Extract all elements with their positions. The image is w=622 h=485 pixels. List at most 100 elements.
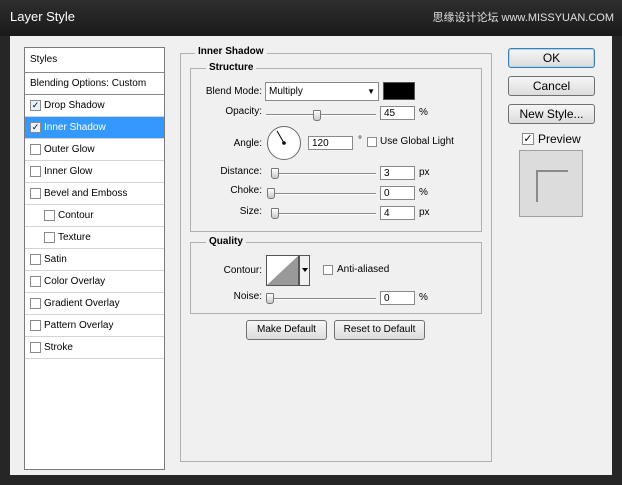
blending-options-item[interactable]: Blending Options: Custom [25, 73, 164, 95]
blending-options-label: Blending Options: Custom [30, 78, 147, 89]
style-item-checkbox[interactable] [30, 276, 41, 287]
style-item-label: Outer Glow [44, 144, 95, 155]
window-title: Layer Style [10, 9, 76, 24]
ok-button[interactable]: OK [508, 48, 595, 68]
style-item-checkbox[interactable] [30, 342, 41, 353]
opacity-input[interactable]: 45 [380, 106, 415, 120]
noise-unit: % [419, 292, 428, 303]
size-slider-track[interactable] [272, 213, 376, 215]
style-item-label: Inner Glow [44, 166, 93, 177]
style-item-color-overlay[interactable]: Color Overlay [25, 271, 164, 293]
distance-label: Distance: [220, 166, 262, 177]
window-border-left [0, 36, 10, 485]
preview-shape [536, 170, 568, 202]
style-item-inner-shadow[interactable]: ✓ Inner Shadow [25, 117, 164, 139]
inner-shadow-title: Inner Shadow [195, 46, 267, 58]
dialog-body: Styles Blending Options: Custom ✓ Drop Sh… [10, 36, 612, 475]
style-item-label: Satin [44, 254, 67, 265]
blend-mode-value: Multiply [269, 86, 303, 97]
style-item-checkbox[interactable] [30, 320, 41, 331]
style-item-contour[interactable]: Contour [25, 205, 164, 227]
angle-dial-icon[interactable] [266, 125, 302, 161]
angle-label: Angle: [233, 138, 262, 149]
new-style-button[interactable]: New Style... [508, 104, 595, 124]
style-item-pattern-overlay[interactable]: Pattern Overlay [25, 315, 164, 337]
style-item-texture[interactable]: Texture [25, 227, 164, 249]
size-label: Size: [239, 206, 262, 217]
style-item-label: Pattern Overlay [44, 320, 114, 331]
styles-list: Styles Blending Options: Custom ✓ Drop Sh… [24, 47, 165, 470]
style-item-label: Color Overlay [44, 276, 106, 287]
style-item-bevel-and-emboss[interactable]: Bevel and Emboss [25, 183, 164, 205]
style-preview-thumbnail [519, 150, 583, 217]
make-default-button[interactable]: Make Default [246, 320, 327, 340]
reset-to-default-button[interactable]: Reset to Default [334, 320, 425, 340]
distance-slider-thumb[interactable] [271, 168, 279, 179]
quality-title: Quality [206, 236, 246, 248]
style-item-drop-shadow[interactable]: ✓ Drop Shadow [25, 95, 164, 117]
contour-label: Contour: [223, 265, 262, 276]
style-item-label: Stroke [44, 342, 73, 353]
window-border-bottom [0, 475, 622, 485]
style-item-label: Texture [58, 232, 91, 243]
styles-header[interactable]: Styles [25, 48, 164, 73]
style-item-checkbox[interactable]: ✓ [30, 122, 41, 133]
noise-input[interactable]: 0 [380, 291, 415, 305]
style-item-checkbox[interactable] [44, 232, 55, 243]
style-item-checkbox[interactable] [30, 298, 41, 309]
choke-slider-thumb[interactable] [267, 188, 275, 199]
style-item-label: Gradient Overlay [44, 298, 120, 309]
window-border-right [612, 36, 622, 485]
style-item-checkbox[interactable] [44, 210, 55, 221]
angle-input[interactable]: 120 [308, 136, 353, 150]
noise-label: Noise: [233, 291, 262, 302]
blend-mode-label: Blend Mode: [205, 86, 262, 97]
choke-slider-track[interactable] [269, 193, 376, 195]
use-global-light-checkbox[interactable] [367, 137, 377, 147]
preview-label: Preview [538, 132, 581, 146]
opacity-unit: % [419, 107, 428, 118]
style-item-satin[interactable]: Satin [25, 249, 164, 271]
styles-header-label: Styles [30, 54, 58, 65]
style-item-checkbox[interactable]: ✓ [30, 100, 41, 111]
size-unit: px [419, 207, 430, 218]
structure-title: Structure [206, 62, 257, 74]
style-item-outer-glow[interactable]: Outer Glow [25, 139, 164, 161]
opacity-slider-thumb[interactable] [312, 110, 321, 121]
distance-input[interactable]: 3 [380, 166, 415, 180]
preview-checkbox[interactable]: ✓ [522, 133, 534, 145]
style-item-checkbox[interactable] [30, 166, 41, 177]
anti-aliased-checkbox[interactable] [323, 265, 333, 275]
style-item-checkbox[interactable] [30, 144, 41, 155]
size-slider-thumb[interactable] [271, 208, 279, 219]
size-input[interactable]: 4 [380, 206, 415, 220]
distance-unit: px [419, 167, 430, 178]
noise-slider-track[interactable] [268, 298, 376, 300]
choke-input[interactable]: 0 [380, 186, 415, 200]
style-item-inner-glow[interactable]: Inner Glow [25, 161, 164, 183]
angle-unit: ° [358, 135, 362, 146]
watermark-text: 思缘设计论坛 www.MISSYUAN.COM [432, 12, 614, 24]
noise-slider-thumb[interactable] [266, 293, 274, 304]
distance-slider-track[interactable] [272, 173, 376, 175]
style-item-checkbox[interactable] [30, 254, 41, 265]
choke-unit: % [419, 187, 428, 198]
chevron-down-icon: ▼ [367, 87, 375, 96]
opacity-label: Opacity: [225, 106, 262, 117]
style-item-label: Drop Shadow [44, 100, 105, 111]
blend-mode-select[interactable]: Multiply ▼ [265, 82, 379, 101]
title-bar: Layer Style 思缘设计论坛 www.MISSYUAN.COM [0, 0, 622, 36]
style-item-checkbox[interactable] [30, 188, 41, 199]
anti-aliased-label: Anti-aliased [337, 264, 390, 275]
style-item-label: Bevel and Emboss [44, 188, 128, 199]
contour-picker-icon[interactable] [266, 255, 310, 286]
use-global-light-label: Use Global Light [380, 136, 454, 147]
choke-label: Choke: [230, 185, 262, 196]
cancel-button[interactable]: Cancel [508, 76, 595, 96]
style-item-stroke[interactable]: Stroke [25, 337, 164, 359]
shadow-color-swatch[interactable] [383, 82, 415, 100]
style-item-gradient-overlay[interactable]: Gradient Overlay [25, 293, 164, 315]
style-item-label: Inner Shadow [44, 122, 106, 133]
style-item-label: Contour [58, 210, 94, 221]
opacity-slider-track[interactable] [266, 114, 376, 116]
